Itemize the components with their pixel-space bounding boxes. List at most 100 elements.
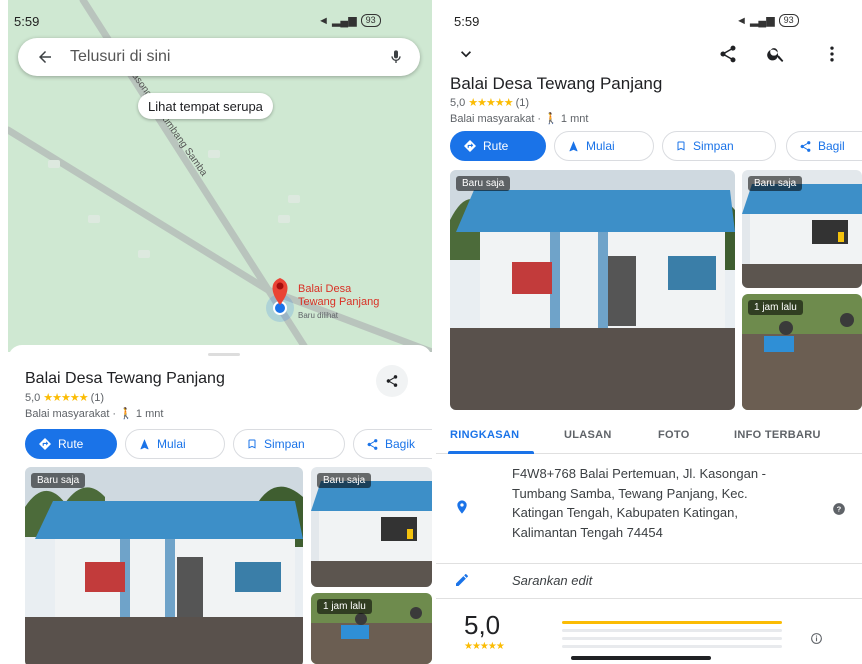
save-label: Simpan [693,139,734,153]
pin-label-line2: Tewang Panjang [298,296,380,308]
photo-badge: 1 jam lalu [748,300,803,315]
share-button[interactable] [376,365,408,397]
pin-label-sub: Baru dilihat [298,311,339,320]
pin-label: Balai Desa Tewang Panjang Baru dilihat [298,283,379,322]
tab-ringkasan[interactable]: RINGKASAN [450,429,519,441]
chevron-down-icon[interactable] [456,44,476,64]
battery-icon: 93 [778,14,799,27]
rating-row: 5,0 ★★★★★ (1) [450,96,529,110]
share-label: Bagik [385,437,416,451]
location-pin-icon [454,498,470,516]
search-bar[interactable]: Telusuri di sini [18,38,420,76]
tab-ulasan[interactable]: ULASAN [564,429,612,441]
share-icon[interactable] [718,44,738,64]
route-icon [38,437,52,451]
help-icon[interactable]: ? [832,502,846,516]
route-button[interactable]: Rute [25,429,117,459]
pin-label-line1: Balai Desa [298,283,352,295]
save-label: Simpan [264,437,305,451]
rating-row: 5,0 ★★★★★ (1) [25,391,104,405]
save-button[interactable]: Simpan [662,131,776,161]
rating-stars: ★★★★★ [43,392,88,404]
photo-badge: 1 jam lalu [317,599,372,614]
share-icon [799,140,812,153]
category-label: Balai masyarakat [25,408,110,420]
info-icon[interactable] [810,632,823,645]
share-chip-button[interactable]: Bagik [353,429,432,459]
photo-side-bottom[interactable]: 1 jam lalu [311,593,432,664]
status-icons: ◄ ▂▄▆ 93 [318,14,381,27]
bookmark-icon [246,437,258,451]
save-button[interactable]: Simpan [233,429,345,459]
photo-side-top[interactable]: Baru saja [742,170,862,288]
signal-icon: ◄ ▂▄▆ [318,15,357,27]
share-chip-button[interactable]: Bagil [786,131,862,161]
bookmark-icon [675,139,687,153]
navigate-icon [567,140,580,153]
search-input[interactable]: Telusuri di sini [70,48,170,66]
status-icons: ◄ ▂▄▆ 93 [736,14,799,27]
status-time: 5:59 [454,14,480,29]
rating-stars: ★★★★★ [468,97,513,109]
signal-icon: ◄ ▂▄▆ [736,15,775,27]
rating-bar-5 [562,621,782,624]
back-arrow-icon[interactable] [36,48,54,66]
sheet-drag-handle[interactable] [208,353,240,356]
share-icon [366,438,379,451]
route-label: Rute [483,139,509,153]
place-title: Balai Desa Tewang Panjang [450,74,663,93]
search-icon[interactable] [766,44,786,64]
route-button[interactable]: Rute [450,131,546,161]
status-time: 5:59 [14,14,40,29]
photo-side-bottom[interactable]: 1 jam lalu [742,294,862,410]
divider [436,598,862,599]
tab-bar: RINGKASAN ULASAN FOTO INFO TERBARU [436,418,862,454]
place-title: Balai Desa Tewang Panjang [25,370,225,387]
tab-info-terbaru[interactable]: INFO TERBARU [734,429,821,441]
rating-bar-2 [562,645,782,648]
start-button[interactable]: Mulai [554,131,654,161]
route-label: Rute [58,437,84,451]
rating-value: 5,0 [450,96,466,109]
distance-label: 1 mnt [135,408,164,420]
left-screen: Kasongan - Tumbang Samba 5:59 ◄ ▂▄▆ 93 T… [0,0,432,664]
rating-count[interactable]: (1) [91,392,104,404]
tab-foto[interactable]: FOTO [658,429,690,441]
share-icon [385,374,399,388]
photo-badge: Baru saja [317,473,372,488]
category-row: Balai masyarakat · 🚶 1 mnt [25,408,164,420]
right-screen: 5:59 ◄ ▂▄▆ 93 Balai Desa Tewang Panjang … [436,0,862,664]
route-icon [463,139,477,153]
address-text[interactable]: F4W8+768 Balai Pertemuan, Jl. Kasongan -… [512,464,802,542]
walk-icon: 🚶 [544,113,558,125]
more-vert-icon[interactable] [822,44,842,64]
start-button[interactable]: Mulai [125,429,225,459]
summary-rating: 5,0 [464,610,501,640]
rating-value: 5,0 [25,391,41,404]
share-label: Bagil [818,139,845,153]
category-row: Balai masyarakat · 🚶 1 mnt [450,113,589,125]
photo-side-top[interactable]: Baru saja [311,467,432,587]
photo-main[interactable]: Baru saja [450,170,735,410]
active-tab-indicator [448,451,534,454]
battery-icon: 93 [360,14,381,27]
similar-places-chip[interactable]: Lihat tempat serupa [138,93,273,119]
walk-icon: 🚶 [119,408,133,420]
gesture-nav-bar[interactable] [571,656,711,660]
start-label: Mulai [157,437,186,451]
rating-bar-3 [562,637,782,640]
place-sheet: Balai Desa Tewang Panjang 5,0 ★★★★★ (1) … [8,345,432,664]
rating-count[interactable]: (1) [516,97,529,109]
photo-main[interactable]: Baru saja [25,467,303,664]
rating-bar-4 [562,629,782,632]
start-label: Mulai [586,139,615,153]
divider [436,563,862,564]
suggest-edit-link[interactable]: Sarankan edit [512,573,592,588]
navigate-icon [138,438,151,451]
photo-badge: Baru saja [31,473,86,488]
distance-label: 1 mnt [560,113,589,125]
photo-badge: Baru saja [456,176,511,191]
mic-icon[interactable] [388,48,404,66]
photo-badge: Baru saja [748,176,803,191]
svg-text:?: ? [837,505,842,514]
